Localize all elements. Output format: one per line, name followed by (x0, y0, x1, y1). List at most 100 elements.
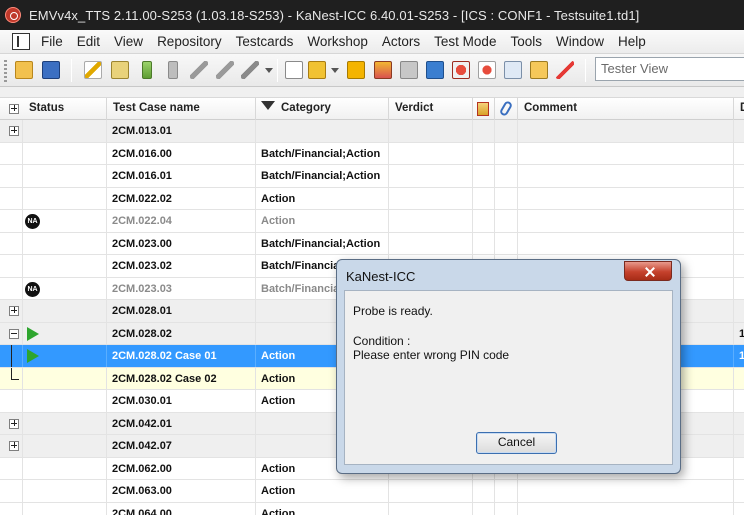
toolbar-separator (585, 59, 586, 82)
expand-all-icon[interactable] (9, 104, 19, 114)
table-row[interactable]: 2CM.016.00 Batch/Financial;Action (0, 142, 744, 165)
flag-icon (477, 102, 489, 116)
tool-icon[interactable] (216, 61, 234, 79)
comment-cell (518, 187, 734, 210)
menu-workshop[interactable]: Workshop (300, 34, 375, 49)
column-comment[interactable]: Comment (518, 98, 734, 120)
menu-file[interactable]: File (34, 34, 70, 49)
expand-icon[interactable] (9, 441, 19, 451)
attachment-cell (495, 232, 518, 255)
cancel-button[interactable]: Cancel (476, 432, 557, 454)
toolbar-grip[interactable] (4, 60, 7, 82)
status-cell (23, 390, 107, 412)
verdict-cell (389, 120, 473, 142)
not-applicable-icon: NA (25, 281, 40, 297)
database-icon[interactable] (42, 61, 60, 79)
table-row[interactable]: 2CM.013.01 (0, 120, 744, 143)
category-cell: Batch/Financial;Action (256, 232, 389, 255)
attachment-cell (495, 187, 518, 210)
name-cell: 2CM.042.07 (107, 435, 256, 457)
status-cell (23, 367, 107, 390)
d-cell (734, 435, 744, 457)
status-cell (23, 435, 107, 457)
collapse-icon[interactable] (9, 328, 19, 339)
expand-icon[interactable] (9, 418, 19, 429)
chevron-down-icon[interactable] (265, 68, 273, 73)
pen-icon[interactable] (241, 61, 259, 79)
window-title: EMVv4x_TTS 2.11.00-S253 (1.03.18-S253) -… (29, 7, 640, 23)
status-cell (23, 300, 107, 322)
category-cell: Action (256, 480, 389, 502)
toolbar-separator (71, 59, 72, 82)
name-cell: 2CM.064.00 (107, 502, 256, 515)
filter-icon[interactable] (261, 101, 275, 110)
name-cell: 2CM.016.01 (107, 165, 256, 187)
menu-repository[interactable]: Repository (150, 34, 229, 49)
probe-dialog: KaNest-ICC Probe is ready. Condition : P… (336, 259, 681, 474)
envelope-icon[interactable] (308, 61, 326, 79)
menu-testcards[interactable]: Testcards (229, 34, 301, 49)
stop-message-icon[interactable] (374, 61, 392, 79)
dialog-title: KaNest-ICC (346, 269, 416, 284)
d-cell (734, 390, 744, 412)
column-flag[interactable] (473, 98, 495, 120)
app-icon (5, 7, 21, 23)
menu-view[interactable]: View (107, 34, 150, 49)
column-category[interactable]: Category (256, 98, 389, 120)
close-button[interactable] (624, 261, 672, 281)
lightning-icon[interactable] (84, 61, 102, 79)
view-select[interactable]: Tester View (595, 57, 744, 81)
table-row[interactable]: 2CM.016.01 Batch/Financial;Action (0, 165, 744, 188)
comment-cell (518, 120, 734, 142)
message-icon[interactable] (347, 61, 365, 79)
expand-icon[interactable] (9, 306, 19, 316)
column-d[interactable]: D (734, 98, 744, 120)
tree-cell (0, 255, 23, 277)
menu-tools[interactable]: Tools (503, 34, 549, 49)
table-row[interactable]: 2CM.022.04 Action NA (0, 210, 744, 233)
tree-cell (0, 502, 23, 515)
column-verdict[interactable]: Verdict (389, 98, 473, 120)
table-row[interactable]: 2CM.022.02 Action (0, 187, 744, 210)
card-icon[interactable] (111, 61, 129, 79)
window-icon[interactable] (504, 61, 522, 79)
menu-test-mode[interactable]: Test Mode (427, 34, 503, 49)
column-status[interactable]: Status (23, 98, 107, 120)
table-row[interactable]: 2CM.064.00 Action (0, 502, 744, 515)
report-icon[interactable] (285, 61, 303, 79)
play-step-icon[interactable] (426, 61, 444, 79)
name-cell: 2CM.063.00 (107, 480, 256, 502)
menu-edit[interactable]: Edit (70, 34, 107, 49)
table-row[interactable]: 2CM.063.00 Action (0, 480, 744, 503)
expand-icon[interactable] (9, 126, 19, 136)
name-cell: 2CM.062.00 (107, 457, 256, 480)
chevron-down-icon[interactable] (331, 68, 339, 73)
tree-line (11, 367, 12, 379)
menu-window[interactable]: Window (549, 34, 611, 49)
comment-cell (518, 210, 734, 232)
name-cell: 2CM.042.01 (107, 412, 256, 435)
attachment-cell (495, 480, 518, 502)
document-icon[interactable] (12, 33, 30, 50)
title-bar: EMVv4x_TTS 2.11.00-S253 (1.03.18-S253) -… (0, 0, 744, 30)
menu-help[interactable]: Help (611, 34, 653, 49)
shield-icon[interactable] (530, 61, 548, 79)
wrench-icon[interactable] (190, 61, 208, 79)
record-icon[interactable] (452, 61, 470, 79)
tree-cell (0, 142, 23, 165)
d-cell (734, 413, 744, 435)
column-test-case-name[interactable]: Test Case name (107, 98, 256, 120)
table-row[interactable]: 2CM.023.00 Batch/Financial;Action (0, 232, 744, 255)
category-cell: Action (256, 187, 389, 210)
battery-icon[interactable] (142, 61, 152, 79)
comment-cell (518, 232, 734, 255)
battery-empty-icon[interactable] (168, 61, 178, 79)
menu-actors[interactable]: Actors (375, 34, 427, 49)
open-folder-icon[interactable] (15, 61, 33, 79)
pause-icon[interactable] (400, 61, 418, 79)
magnet-icon[interactable] (556, 61, 574, 79)
name-cell: 2CM.016.00 (107, 142, 256, 165)
column-attachment[interactable] (495, 98, 518, 120)
name-cell: 2CM.013.01 (107, 120, 256, 142)
stop-record-icon[interactable] (478, 61, 496, 79)
